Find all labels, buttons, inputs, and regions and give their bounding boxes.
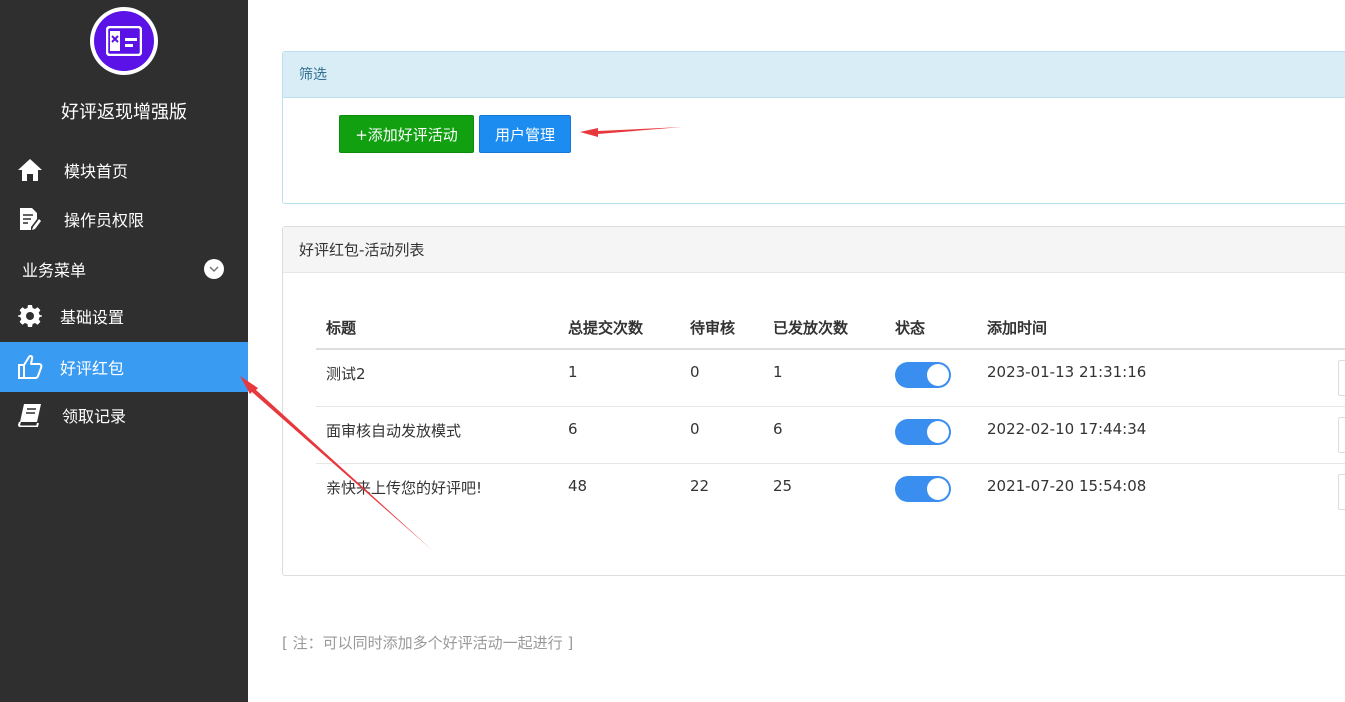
status-toggle[interactable] (895, 362, 951, 388)
cell-added-time: 2021-07-20 15:54:08 (987, 476, 1147, 495)
filter-panel: 筛选 +添加好评活动 用户管理 (282, 51, 1345, 204)
sidebar-item-operator-permissions[interactable]: 操作员权限 (0, 194, 248, 244)
cell-total: 48 (568, 476, 588, 495)
row-action-button[interactable] (1338, 473, 1345, 510)
sidebar-item-claim-records[interactable]: 领取记录 (0, 390, 248, 440)
chevron-down-icon[interactable] (204, 259, 224, 279)
table-row: 亲快来上传您的好评吧! 48 22 25 2021-07-20 15:54:08 (316, 463, 1345, 520)
status-toggle[interactable] (895, 418, 951, 445)
row-action-button[interactable] (1338, 360, 1345, 396)
gear-icon (16, 302, 44, 330)
column-header-added-time: 添加时间 (977, 307, 1328, 350)
column-header-actions (1328, 307, 1345, 350)
cell-title: 面审核自动发放模式 (316, 406, 558, 464)
cell-added-time: 2022-02-10 17:44:34 (977, 406, 1328, 464)
add-review-activity-button[interactable]: +添加好评活动 (339, 115, 474, 153)
sidebar-group-business-menu[interactable]: 业务菜单 (0, 254, 248, 284)
app-logo (90, 7, 158, 75)
sidebar-item-review-red-packet[interactable]: 好评红包 (0, 342, 248, 392)
cell-title: 亲快来上传您的好评吧! (326, 478, 483, 497)
sidebar: 好评返现增强版 模块首页 操作员权限 业务菜单 基础设置 好评红包 领取记录 (0, 0, 248, 702)
cell-pending: 22 (690, 476, 710, 495)
cell-actions (1328, 406, 1345, 464)
cell-status (885, 406, 977, 464)
cell-total: 1 (558, 349, 680, 407)
sidebar-item-label: 领取记录 (62, 407, 127, 426)
thumbs-up-icon (16, 353, 44, 381)
book-icon (16, 401, 44, 429)
filter-panel-title: 筛选 (283, 52, 1345, 98)
cell-status (885, 463, 977, 520)
cell-pending: 0 (680, 406, 763, 464)
sidebar-item-basic-settings[interactable]: 基础设置 (0, 291, 248, 341)
user-management-button[interactable]: 用户管理 (479, 115, 571, 153)
table-row: 测试2 1 0 1 2023-01-13 21:31:16 (316, 349, 1345, 407)
status-toggle[interactable] (895, 475, 951, 502)
sidebar-item-label: 操作员权限 (64, 211, 145, 230)
sidebar-item-label: 好评红包 (60, 359, 125, 378)
sidebar-item-label: 基础设置 (60, 308, 125, 327)
table-row: 面审核自动发放模式 6 0 6 2022-02-10 17:44:34 (316, 406, 1345, 464)
sidebar-group-label: 业务菜单 (22, 261, 87, 280)
sidebar-item-home[interactable]: 模块首页 (0, 145, 248, 195)
app-title: 好评返现增强版 (61, 102, 187, 123)
cell-status (885, 349, 977, 407)
column-header-pending: 待审核 (680, 307, 763, 350)
table-header-row: 标题 总提交次数 待审核 已发放次数 状态 添加时间 (316, 307, 1345, 350)
column-header-status: 状态 (885, 307, 977, 350)
cell-actions (1328, 463, 1345, 520)
column-header-title: 标题 (316, 307, 558, 350)
home-icon (16, 156, 44, 184)
cell-issued: 1 (763, 349, 885, 407)
cell-pending: 0 (680, 349, 763, 407)
footer-note: [ 注：可以同时添加多个好评活动一起进行 ] (282, 634, 574, 652)
edit-doc-icon (16, 205, 44, 233)
activity-table: 标题 总提交次数 待审核 已发放次数 状态 添加时间 测试2 1 0 1 202… (316, 307, 1345, 520)
cell-added-time: 2023-01-13 21:31:16 (977, 349, 1328, 407)
sidebar-item-label: 模块首页 (64, 162, 129, 181)
gift-card-icon (106, 26, 142, 56)
cell-issued: 25 (773, 476, 793, 495)
cell-title: 测试2 (316, 349, 558, 407)
cell-issued: 6 (763, 406, 885, 464)
column-header-issued: 已发放次数 (763, 307, 885, 350)
cell-actions (1328, 349, 1345, 407)
row-action-button[interactable] (1338, 416, 1345, 453)
cell-total: 6 (558, 406, 680, 464)
activity-list-panel: 好评红包-活动列表 标题 总提交次数 待审核 已发放次数 状态 添加时间 测试2… (282, 226, 1345, 576)
column-header-total: 总提交次数 (558, 307, 680, 350)
activity-list-title: 好评红包-活动列表 (283, 227, 1345, 273)
